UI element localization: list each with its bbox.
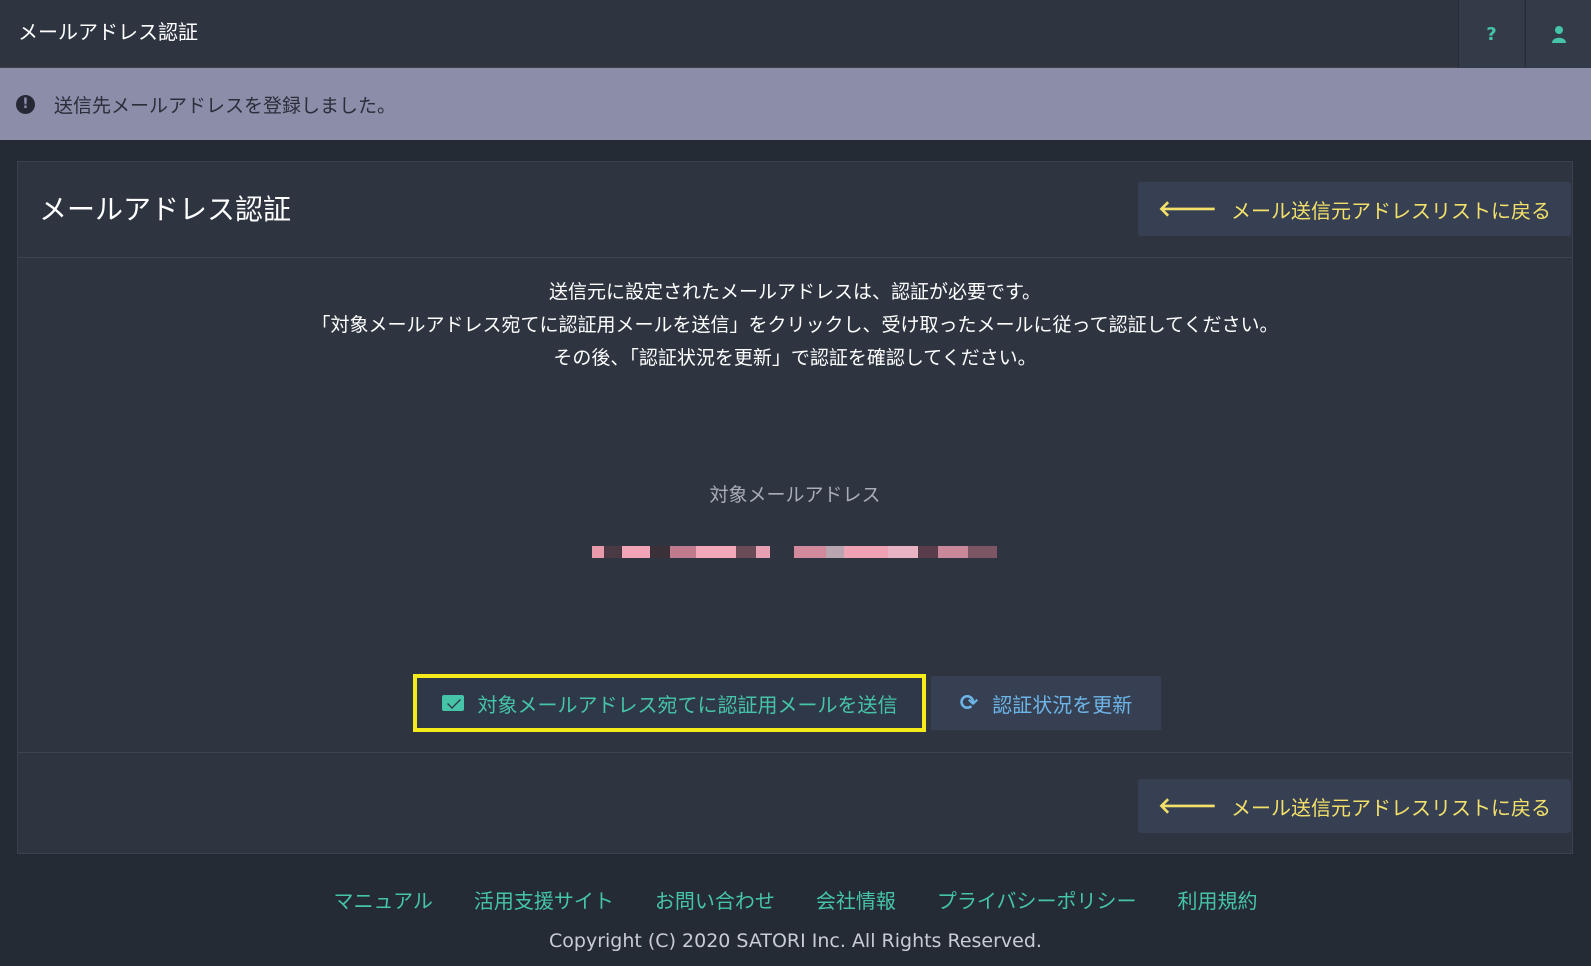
help-button[interactable]: ? [1458,0,1524,68]
success-notice: ! 送信先メールアドレスを登録しました。 [0,68,1591,140]
instruction-line: 送信元に設定されたメールアドレスは、認証が必要です。 [548,281,1042,303]
back-to-list-button-top[interactable]: 🡐 メール送信元アドレスリストに戻る [1138,182,1571,236]
user-icon [1551,26,1566,43]
panel-footer-divider [18,752,1572,753]
app-title: メールアドレス認証 [18,20,198,44]
arrow-left-icon: 🡐 [1158,794,1217,819]
refresh-icon: ⟳ [959,690,979,716]
question-icon: ? [1486,23,1497,45]
panel-header: メールアドレス認証 🡐 メール送信元アドレスリストに戻る [18,162,1572,258]
footer-link-manual[interactable]: マニュアル [333,885,432,914]
back-to-list-label: メール送信元アドレスリストに戻る [1231,198,1551,223]
footer-links: マニュアル 活用支援サイト お問い合わせ 会社情報 プライバシーポリシー 利用規… [0,885,1591,914]
target-address-label: 対象メールアドレス [709,484,881,506]
action-buttons: 対象メールアドレス宛てに認証用メールを送信 ⟳ 認証状況を更新 [18,674,1572,732]
top-bar: メールアドレス認証 ? [0,0,1591,68]
user-menu-button[interactable] [1525,0,1591,68]
refresh-status-button[interactable]: ⟳ 認証状況を更新 [931,676,1161,730]
back-to-list-button-bottom[interactable]: 🡐 メール送信元アドレスリストに戻る [1138,779,1571,833]
target-address-redacted [592,540,997,564]
send-verification-label: 対象メールアドレス宛てに認証用メールを送信 [477,692,898,717]
envelope-icon [441,695,464,711]
footer-link-terms[interactable]: 利用規約 [1178,885,1258,914]
copyright: Copyright (C) 2020 SATORI Inc. All Right… [549,930,1042,952]
send-verification-email-button[interactable]: 対象メールアドレス宛てに認証用メールを送信 [413,674,926,732]
notice-text: 送信先メールアドレスを登録しました。 [54,94,397,117]
refresh-status-label: 認証状況を更新 [992,692,1133,717]
footer-link-support-site[interactable]: 活用支援サイト [474,885,614,914]
instruction-line: 「対象メールアドレス宛てに認証用メールを送信」をクリックし、受け取ったメールに従… [311,314,1279,336]
panel-title: メールアドレス認証 [39,193,292,226]
verification-panel: メールアドレス認証 🡐 メール送信元アドレスリストに戻る 送信元に設定されたメー… [17,161,1573,854]
footer-link-privacy[interactable]: プライバシーポリシー [937,885,1137,914]
back-to-list-label: メール送信元アドレスリストに戻る [1231,795,1551,820]
footer-link-company[interactable]: 会社情報 [816,885,896,914]
instructions: 送信元に設定されたメールアドレスは、認証が必要です。 「対象メールアドレス宛てに… [18,276,1572,375]
footer-link-contact[interactable]: お問い合わせ [655,885,775,914]
arrow-left-icon: 🡐 [1158,197,1217,222]
instruction-line: その後、「認証状況を更新」で認証を確認してください。 [553,347,1037,369]
exclamation-circle-icon: ! [16,94,35,114]
